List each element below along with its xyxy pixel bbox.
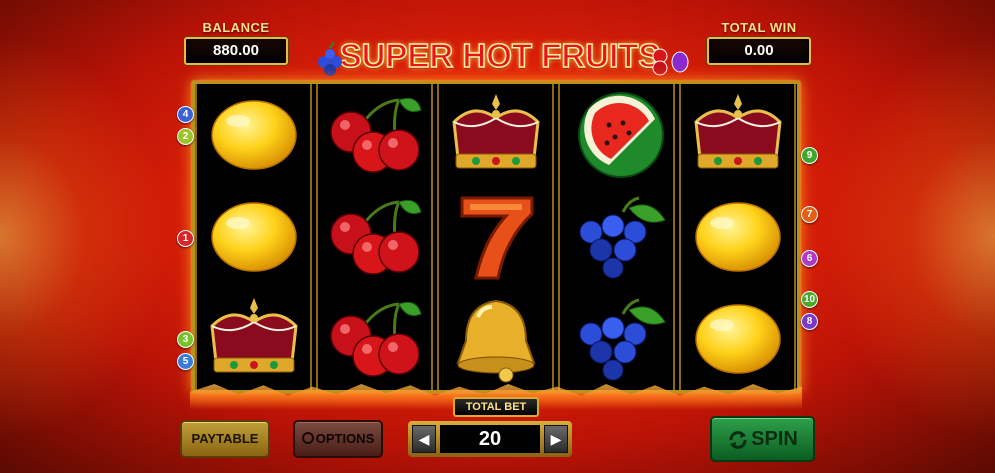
options-label: OPTIONS	[315, 431, 375, 446]
logo-text: SUPER HOT FRUITS	[339, 36, 661, 75]
reel-5	[679, 84, 796, 390]
crown-symbol	[439, 84, 552, 186]
crown-symbol	[681, 84, 794, 186]
payline-marker[interactable]: 4	[177, 106, 194, 123]
payline-marker[interactable]: 6	[801, 250, 818, 267]
options-button[interactable]: OPTIONS	[293, 420, 383, 458]
top-bar: BALANCE 880.00 SUPER HOT FRUITS TOTAL WI…	[0, 0, 995, 82]
fruits-logo-icon	[652, 48, 689, 76]
cherries-symbol	[318, 288, 431, 390]
total-bet-label: TOTAL BET	[453, 397, 539, 417]
payline-marker[interactable]: 8	[801, 313, 818, 330]
increase-bet-button[interactable]: ▶	[544, 425, 568, 453]
lemon-symbol	[197, 84, 310, 186]
grapes-symbol	[560, 288, 673, 390]
gear-icon	[301, 432, 314, 444]
grapes-logo-icon	[318, 42, 342, 76]
lemon-symbol	[681, 288, 794, 390]
total-win-label: TOTAL WIN	[721, 20, 797, 35]
balance-label: BALANCE	[202, 20, 270, 35]
lemon-symbol	[681, 186, 794, 288]
decrease-bet-button[interactable]: ◀	[412, 425, 436, 453]
game-logo: SUPER HOT FRUITS	[300, 34, 700, 82]
watermelon-symbol	[560, 84, 673, 186]
bell-symbol	[439, 288, 552, 390]
cherries-symbol	[318, 84, 431, 186]
payline-marker[interactable]: 7	[801, 206, 818, 223]
spin-label: SPIN	[751, 428, 798, 450]
balance-value: 880.00	[184, 37, 288, 65]
grapes-symbol	[560, 186, 673, 288]
total-bet-box: ◀ 20 ▶	[408, 421, 572, 457]
spin-button[interactable]: SPIN	[710, 416, 815, 462]
lemon-symbol	[197, 186, 310, 288]
crown-symbol	[197, 288, 310, 390]
paytable-button[interactable]: PAYTABLE	[180, 420, 270, 458]
payline-marker[interactable]: 5	[177, 353, 194, 370]
reel-1	[195, 84, 312, 390]
total-bet-value: 20	[440, 425, 540, 453]
total-win-value: 0.00	[707, 37, 811, 65]
payline-marker[interactable]: 9	[801, 147, 818, 164]
total-bet-control: TOTAL BET ◀ 20 ▶	[408, 397, 572, 467]
cherries-symbol	[318, 186, 431, 288]
refresh-icon	[729, 430, 747, 449]
balance-meter: BALANCE 880.00	[184, 20, 288, 65]
payline-marker[interactable]: 2	[177, 128, 194, 145]
payline-marker[interactable]: 10	[801, 291, 818, 308]
seven-symbol	[439, 186, 552, 288]
reel-2	[316, 84, 433, 390]
payline-marker[interactable]: 1	[177, 230, 194, 247]
payline-marker[interactable]: 3	[177, 331, 194, 348]
total-win-meter: TOTAL WIN 0.00	[707, 20, 811, 65]
reel-4	[558, 84, 675, 390]
reel-3	[437, 84, 554, 390]
reel-window[interactable]	[192, 81, 800, 393]
